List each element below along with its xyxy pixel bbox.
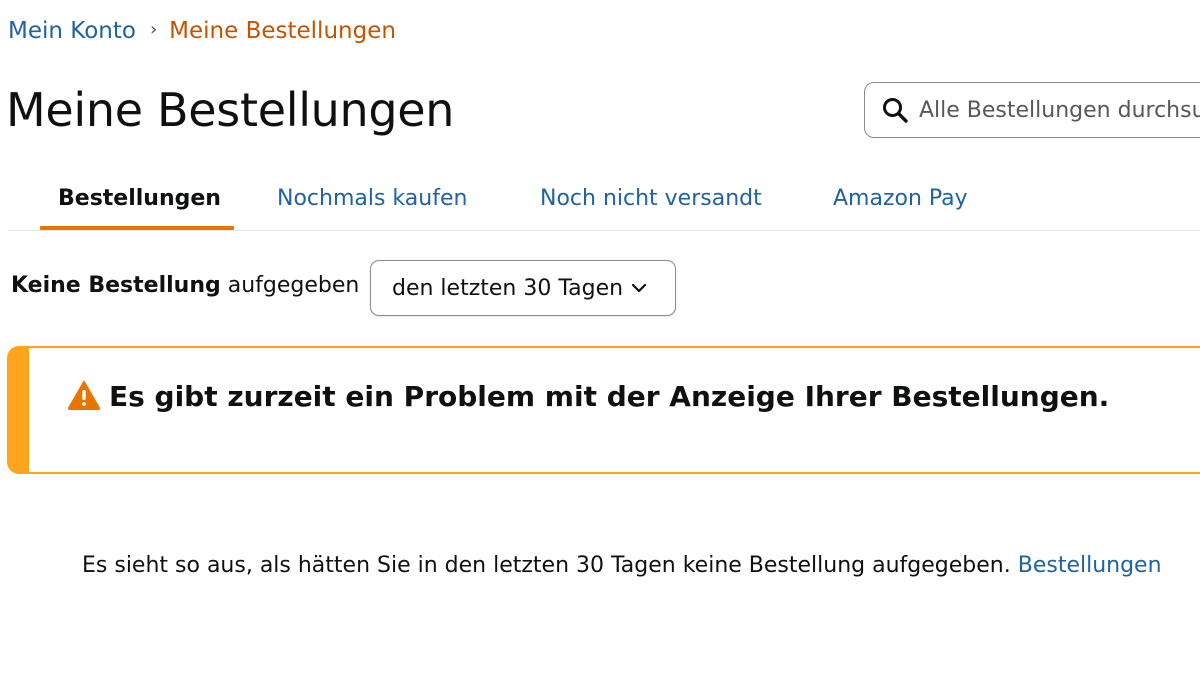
warning-alert: Es gibt zurzeit ein Problem mit der Anze… [7, 346, 1200, 474]
tab-bestellungen[interactable]: Bestellungen [58, 184, 221, 214]
tab-noch-nicht-versandt[interactable]: Noch nicht versandt [540, 184, 762, 214]
orders-page: Mein Konto › Meine Bestellungen Meine Best… [0, 0, 1200, 675]
breadcrumb-separator: › [149, 19, 158, 40]
breadcrumb: Mein Konto › Meine Bestellungen [8, 16, 396, 48]
active-tab-indicator [40, 226, 234, 230]
alert-message: Es gibt zurzeit ein Problem mit der Anze… [109, 380, 1110, 413]
warning-icon [67, 381, 101, 410]
order-count-bold: Keine Bestellung [11, 273, 221, 298]
breadcrumb-account-link[interactable]: Mein Konto [8, 18, 136, 44]
order-count-label: Keine Bestellung aufgegeben [11, 271, 359, 301]
page-title: Meine Bestellungen [6, 83, 455, 137]
order-tabs: Bestellungen Nochmals kaufen Noch nicht … [8, 176, 1200, 231]
order-count-rest: aufgegeben [227, 273, 360, 298]
empty-state-link[interactable]: Bestellungen [1018, 553, 1162, 578]
breadcrumb-current[interactable]: Meine Bestellungen [169, 18, 396, 44]
period-selected-value: den letzten 30 Tagen [392, 275, 624, 301]
chevron-down-icon [631, 283, 647, 293]
search-icon[interactable] [881, 96, 909, 124]
empty-state-text: Es sieht so aus, als hätten Sie in den l… [82, 553, 1011, 578]
tab-amazon-pay[interactable]: Amazon Pay [833, 184, 968, 214]
empty-state-message: Es sieht so aus, als hätten Sie in den l… [82, 551, 1162, 581]
period-dropdown[interactable]: den letzten 30 Tagen [370, 260, 676, 316]
tab-nochmals-kaufen[interactable]: Nochmals kaufen [277, 184, 467, 214]
search-input[interactable] [919, 97, 1200, 123]
search-box[interactable] [864, 82, 1200, 138]
